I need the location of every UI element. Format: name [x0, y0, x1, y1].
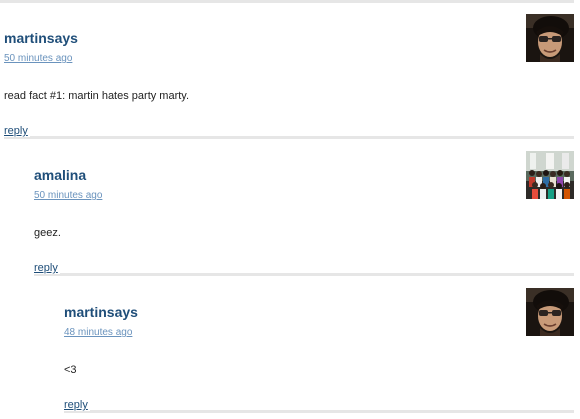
- comment-text: <3: [64, 364, 77, 376]
- top-divider: [0, 0, 574, 3]
- comment-author-link[interactable]: martinsays: [4, 30, 78, 46]
- comment-author-link[interactable]: amalina: [34, 167, 86, 183]
- avatar-photo-group: [526, 151, 574, 199]
- comment-divider: [4, 136, 574, 139]
- comment-author-link[interactable]: martinsays: [64, 304, 138, 320]
- avatar-photo-sunglasses-man: [526, 14, 574, 62]
- comment-text: read fact #1: martin hates party marty.: [4, 90, 190, 102]
- comment-divider: [64, 410, 574, 413]
- avatar[interactable]: [526, 288, 574, 336]
- reply-link[interactable]: reply: [34, 262, 60, 274]
- comment-text: geez.: [34, 227, 61, 239]
- comment-timestamp-link[interactable]: 50 minutes ago: [4, 53, 72, 64]
- reply-link[interactable]: reply: [4, 125, 30, 137]
- comment: martinsays 50 minutes ago read fact #1: …: [0, 14, 574, 142]
- avatar-photo-sunglasses-man: [526, 288, 574, 336]
- comment-timestamp-link[interactable]: 48 minutes ago: [64, 327, 132, 338]
- comment-timestamp-link[interactable]: 50 minutes ago: [34, 190, 102, 201]
- comment: martinsays 48 minutes ago <3 reply: [60, 288, 574, 416]
- comment-divider: [34, 273, 574, 276]
- avatar[interactable]: [526, 151, 574, 199]
- avatar[interactable]: [526, 14, 574, 62]
- comment: amalina 50 minutes ago geez. reply: [30, 151, 574, 279]
- reply-link[interactable]: reply: [64, 399, 90, 411]
